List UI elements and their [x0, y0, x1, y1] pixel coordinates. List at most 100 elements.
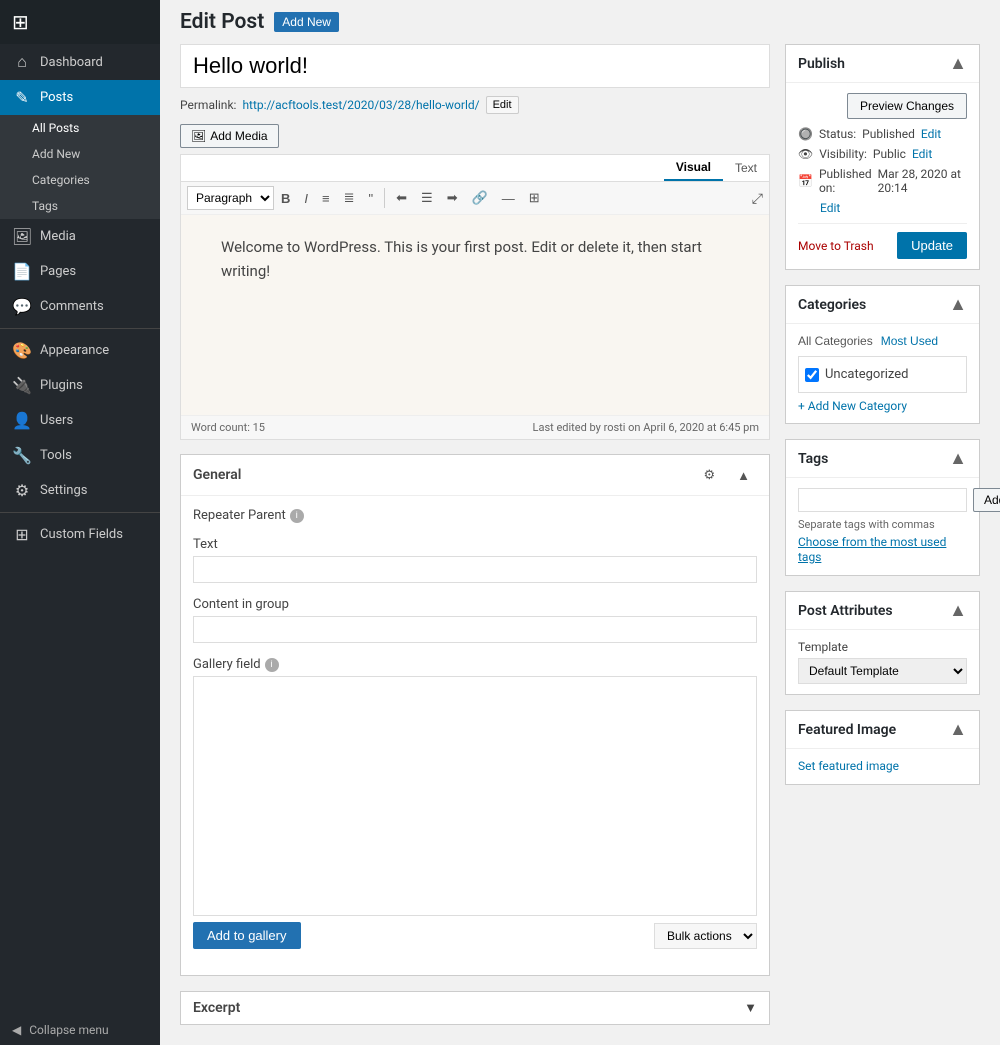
visibility-value: Public [873, 147, 906, 161]
template-label: Template [798, 640, 967, 654]
gallery-field-info-icon[interactable]: i [265, 658, 279, 672]
sidebar-item-tools[interactable]: 🔧 Tools [0, 438, 160, 473]
sidebar-divider [0, 328, 160, 329]
bulk-actions-select[interactable]: Bulk actions [654, 923, 757, 949]
tags-box-header[interactable]: Tags ▲ [786, 440, 979, 478]
collapse-label: Collapse menu [29, 1023, 108, 1037]
collapse-menu[interactable]: ◀ Collapse menu [0, 1015, 160, 1045]
add-to-gallery-button[interactable]: Add to gallery [193, 922, 301, 949]
content-in-group-label: Content in group [193, 597, 757, 612]
text-field-input[interactable] [193, 556, 757, 583]
align-left-button[interactable]: ⬅ [390, 186, 413, 210]
ol-button[interactable]: ≣ [338, 186, 361, 210]
fullscreen-button[interactable]: ⤢ [752, 190, 763, 207]
general-settings-icon[interactable]: ⚙ [697, 463, 721, 487]
sidebar-submenu-add-new[interactable]: Add New [0, 141, 160, 167]
published-edit-link[interactable]: Edit [820, 201, 967, 215]
tags-input[interactable] [798, 488, 967, 512]
sidebar-submenu-all-posts[interactable]: All Posts [0, 115, 160, 141]
visibility-edit-link[interactable]: Edit [912, 147, 932, 161]
gallery-field-group: Gallery field i Add to gallery Bulk acti… [193, 657, 757, 949]
repeater-parent-info-icon[interactable]: i [290, 509, 304, 523]
sidebar-item-pages[interactable]: 📄 Pages [0, 254, 160, 289]
cat-tab-all[interactable]: All Categories [798, 334, 873, 348]
editor-content[interactable]: Welcome to WordPress. This is your first… [181, 215, 769, 415]
published-row: 📅 Published on: Mar 28, 2020 at 20:14 [798, 167, 967, 195]
submenu-label: All Posts [32, 121, 79, 135]
tab-visual[interactable]: Visual [664, 155, 723, 181]
blockquote-button[interactable]: " [363, 187, 380, 210]
page-title: Edit Post [180, 10, 264, 34]
general-title: General [193, 467, 241, 483]
italic-button[interactable]: I [298, 187, 314, 210]
sidebar-item-posts[interactable]: ✎ Posts [0, 80, 160, 115]
sidebar-submenu-tags[interactable]: Tags [0, 193, 160, 219]
permalink-edit-button[interactable]: Edit [486, 96, 519, 114]
categories-box-header[interactable]: Categories ▲ [786, 286, 979, 324]
excerpt-section: Excerpt ▼ [180, 991, 770, 1025]
sidebar-divider-2 [0, 512, 160, 513]
add-tag-button[interactable]: Add [973, 488, 1000, 512]
general-toggle-icon[interactable]: ▲ [731, 463, 756, 487]
sidebar-item-media[interactable]: 🖼 Media [0, 219, 160, 254]
publish-box-header[interactable]: Publish ▲ [786, 45, 979, 83]
publish-toggle-icon: ▲ [949, 53, 967, 74]
sidebar-submenu-categories[interactable]: Categories [0, 167, 160, 193]
sidebar-item-comments[interactable]: 💬 Comments [0, 289, 160, 324]
insert-button[interactable]: — [496, 187, 521, 210]
set-featured-image-link[interactable]: Set featured image [798, 759, 899, 773]
custom-fields-icon: ⊞ [12, 525, 32, 544]
excerpt-toggle-icon: ▼ [744, 1000, 757, 1016]
content-in-group-input[interactable] [193, 616, 757, 643]
excerpt-header[interactable]: Excerpt ▼ [181, 992, 769, 1024]
categories-box: Categories ▲ All Categories Most Used Un… [785, 285, 980, 424]
align-center-button[interactable]: ☰ [415, 186, 439, 210]
sidebar-item-dashboard[interactable]: ⌂ Dashboard [0, 44, 160, 80]
add-media-button[interactable]: 🖼 Add Media [180, 124, 279, 148]
featured-image-box: Featured Image ▲ Set featured image [785, 710, 980, 785]
align-right-button[interactable]: ➡ [441, 186, 464, 210]
sidebar-item-users[interactable]: 👤 Users [0, 403, 160, 438]
post-title-input[interactable] [180, 44, 770, 88]
editor-toolbar: Paragraph B I ≡ ≣ " ⬅ ☰ ➡ 🔗 — ⊞ [181, 182, 769, 215]
status-edit-link[interactable]: Edit [921, 127, 941, 141]
cat-tab-most-used[interactable]: Most Used [881, 334, 938, 348]
add-new-button[interactable]: Add New [274, 12, 339, 32]
categories-title: Categories [798, 297, 866, 313]
sidebar-item-plugins[interactable]: 🔌 Plugins [0, 368, 160, 403]
sidebar-logo[interactable]: ⊞ [0, 0, 160, 44]
sidebar-item-settings[interactable]: ⚙ Settings [0, 473, 160, 508]
template-select[interactable]: Default Template [798, 658, 967, 684]
category-checkbox-uncategorized[interactable] [805, 368, 819, 382]
text-field-label: Text [193, 537, 757, 552]
post-attributes-header[interactable]: Post Attributes ▲ [786, 592, 979, 630]
update-button[interactable]: Update [897, 232, 967, 259]
editor-main: Permalink: http://acftools.test/2020/03/… [180, 44, 770, 1035]
main-content: Edit Post Add New Permalink: http://acft… [160, 0, 1000, 1045]
sidebar-item-label: Pages [40, 264, 76, 279]
most-used-tags-link[interactable]: Choose from the most used tags [798, 535, 946, 564]
sidebar-item-appearance[interactable]: 🎨 Appearance [0, 333, 160, 368]
repeater-parent-label: Repeater Parent i [193, 508, 757, 523]
bold-button[interactable]: B [275, 187, 296, 210]
post-attributes-toggle-icon: ▲ [949, 600, 967, 621]
content-in-group-field: Content in group [193, 597, 757, 643]
link-button[interactable]: 🔗 [466, 186, 494, 210]
add-new-category-link[interactable]: + Add New Category [798, 399, 967, 413]
featured-image-header[interactable]: Featured Image ▲ [786, 711, 979, 749]
appearance-icon: 🎨 [12, 341, 32, 360]
permalink-url[interactable]: http://acftools.test/2020/03/28/hello-wo… [242, 98, 479, 112]
visibility-icon: 👁 [798, 147, 813, 161]
paragraph-select[interactable]: Paragraph [187, 186, 274, 210]
ul-button[interactable]: ≡ [316, 187, 336, 210]
media-icon: 🖼 [12, 227, 32, 246]
move-to-trash-link[interactable]: Move to Trash [798, 239, 874, 253]
preview-changes-button[interactable]: Preview Changes [847, 93, 967, 119]
sidebar-item-custom-fields[interactable]: ⊞ Custom Fields [0, 517, 160, 552]
general-header-icons: ⚙ ▲ [696, 463, 757, 487]
post-attributes-box: Post Attributes ▲ Template Default Templ… [785, 591, 980, 695]
pages-icon: 📄 [12, 262, 32, 281]
table-button[interactable]: ⊞ [523, 186, 546, 210]
tab-text[interactable]: Text [723, 155, 769, 181]
sidebar-item-label: Dashboard [40, 55, 103, 70]
